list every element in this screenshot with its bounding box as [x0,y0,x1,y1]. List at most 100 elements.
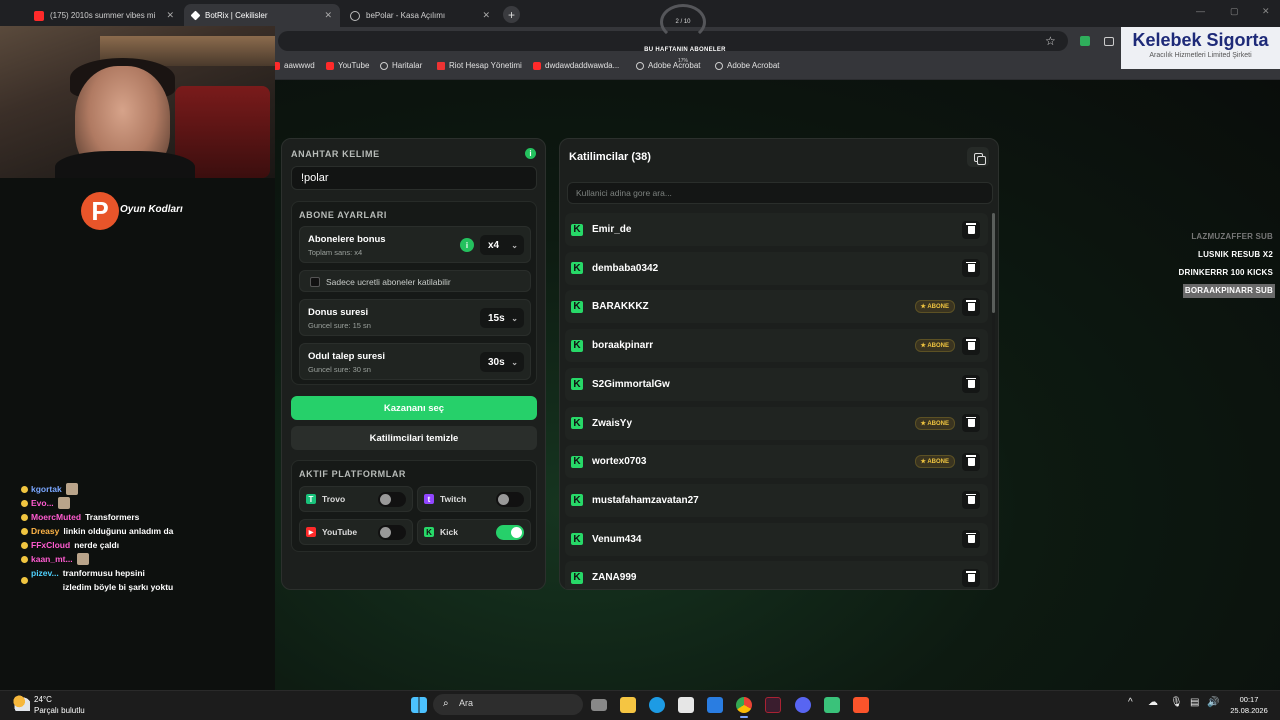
brave-icon[interactable] [853,697,869,713]
volume-icon[interactable]: 🔊 [1207,697,1219,708]
app-icon[interactable] [765,697,781,713]
keyword-input[interactable]: !polar [291,166,537,190]
delete-button[interactable] [962,220,980,239]
trash-icon [966,455,976,466]
participant-row: Kwortex0703 ★ ABONE [565,445,988,479]
bookmark[interactable]: dwdawdaddwawda... [533,61,619,70]
alert-feed: LAZMUZAFFER SUB LUSNIK RESUB X2 DRINKERRR … [1150,226,1275,298]
kick-icon: K [571,533,583,546]
discord-icon[interactable] [795,697,811,713]
chat-badges [3,496,31,510]
delete-button[interactable] [962,297,980,316]
emote-icon [65,483,78,495]
tab-youtube[interactable]: (175) 2010s summer vibes mi ✕ [26,4,182,27]
platform-twitch: t Twitch [417,486,531,512]
delete-button[interactable] [962,375,980,394]
youtube-icon [34,10,44,21]
bookmark[interactable]: aawwwd [272,61,315,70]
close-icon[interactable]: ✕ [166,10,174,21]
delete-button[interactable] [962,336,980,355]
chrome-icon[interactable] [736,697,752,713]
maximize-icon[interactable]: ▢ [1230,6,1239,17]
delete-button[interactable] [962,530,980,549]
chat-message: Evo... [3,496,175,510]
edge-icon[interactable] [649,697,665,713]
bookmark[interactable]: YouTube [326,61,369,70]
network-icon[interactable]: ▤ [1190,697,1199,708]
participant-row: K S2GimmortalGw [565,367,988,401]
bonus-multiplier-select[interactable]: x4 ⌄ [480,235,524,255]
participant-name: BARAKKKZ [592,301,649,313]
close-icon[interactable]: ✕ [324,10,332,21]
youtube-toggle[interactable] [378,524,406,540]
loop-duration-select[interactable]: 15s ⌄ [480,308,524,328]
delete-button[interactable] [962,452,980,471]
loop-duration-subtitle: Guncel sure: 15 sn [308,321,371,330]
claim-duration-select[interactable]: 30s ⌄ [480,352,524,372]
trash-icon [966,377,976,389]
participant-row: K BARAKKKZ ★ ABONE [565,290,988,324]
bookmark[interactable]: Adobe Acrobat [636,61,700,70]
app-icon[interactable] [824,697,840,713]
tray-chevron-icon[interactable]: ^ [1128,697,1133,708]
platform-youtube: ▶ YouTube [299,519,413,545]
chat-message: FFxCloud nerde çaldı [3,538,175,552]
bookmark[interactable]: Haritalar [380,61,422,70]
taskbar-search[interactable]: ⌕ Ara [433,694,583,715]
chat-badges [3,566,31,594]
clock[interactable]: 00:17 25.08.2026 [1226,694,1272,716]
paid-only-checkbox[interactable] [310,277,320,287]
paid-only-row[interactable]: Sadece ucretli aboneler katilabilir [299,270,531,292]
participants-panel: Katilimcilar (38) Kullanici adina gore a… [559,138,999,590]
alert-text: LUSNIK RESUB X2 [1197,250,1273,259]
delete-button[interactable] [962,414,980,432]
participant-row: K ZANA999 [565,561,988,589]
tab-bepolar[interactable]: bePolar - Kasa Açılımı ✕ [342,4,498,27]
info-icon[interactable]: i [525,148,536,159]
bookmark[interactable]: Adobe Acrobat [715,61,779,70]
participant-search-input[interactable]: Kullanici adina gore ara... [567,182,993,204]
clear-participants-button[interactable]: Katilimcilari temizle [291,426,537,450]
minimize-icon[interactable]: — [1196,6,1205,16]
delete-button[interactable] [962,491,980,510]
participant-name: dembaba0342 [592,262,659,274]
delete-button[interactable] [962,259,980,278]
tab-botrix[interactable]: BotRix | Cekilisler ✕ [184,4,340,27]
info-icon[interactable]: i [460,238,474,252]
weather-icon[interactable] [12,695,30,711]
trash-icon [966,223,976,234]
subscriber-badge: ★ ABONE [914,300,955,314]
bonus-multiplier-value: x4 [488,239,500,251]
cloud-icon[interactable]: ☁ [1148,697,1158,708]
store-icon[interactable] [678,697,694,713]
file-explorer-icon[interactable] [620,697,636,713]
chat-message: pizev... tranformusu hepsini izledim böyl… [3,566,175,594]
participant-name: mustafahamzavatan27 [592,494,699,506]
extension-icon[interactable] [1080,36,1090,46]
extension-icon[interactable] [1104,37,1114,46]
platform-label: Twitch [440,494,467,504]
windows-start-icon[interactable] [411,697,427,713]
subscriber-goal-percent: 17% [678,58,689,64]
new-tab-button[interactable]: + [503,6,520,23]
subscriber-badge: ★ ABONE [914,339,955,353]
task-view-icon[interactable] [591,699,607,711]
trash-icon [966,532,976,544]
delete-button[interactable] [962,568,980,587]
scrollbar[interactable] [992,213,995,587]
twitch-toggle[interactable] [496,491,524,507]
close-icon[interactable]: ✕ [482,10,490,21]
kick-toggle[interactable] [496,524,524,540]
emote-icon [57,497,70,509]
trovo-toggle[interactable] [378,491,406,507]
subscriber-bonus-row: Abonelere bonus Toplam sans: x4 i x4 ⌄ [299,226,531,263]
bookmark[interactable]: Riot Hesap Yönetimi [437,61,522,70]
platform-label: YouTube [322,527,358,537]
weather-widget[interactable]: 24°C Parçalı bulutlu [34,694,85,716]
bookmark-star-icon[interactable]: ☆ [1045,34,1056,48]
close-window-icon[interactable]: ✕ [1262,6,1270,17]
mic-icon[interactable]: 🎙 [1170,697,1183,708]
pick-winner-button[interactable]: Kazananı seç [291,396,537,420]
mail-icon[interactable] [707,697,723,713]
copy-button[interactable] [967,147,989,167]
